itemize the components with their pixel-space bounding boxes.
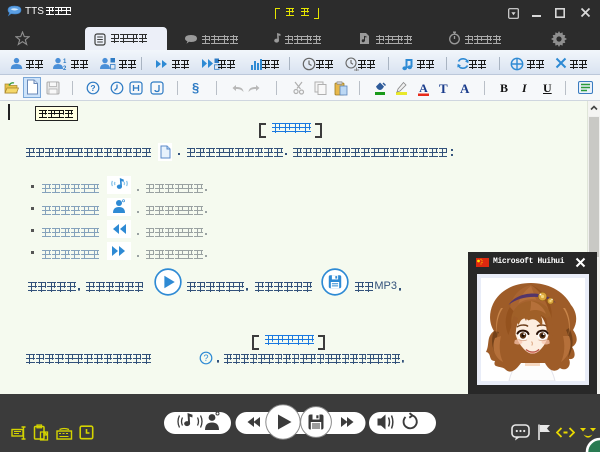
svg-text:A: A xyxy=(419,81,428,95)
svg-text:?: ? xyxy=(90,83,95,93)
svg-text:2: 2 xyxy=(63,66,67,70)
svg-text:1: 1 xyxy=(63,59,67,65)
svg-text:?: ? xyxy=(203,353,208,363)
